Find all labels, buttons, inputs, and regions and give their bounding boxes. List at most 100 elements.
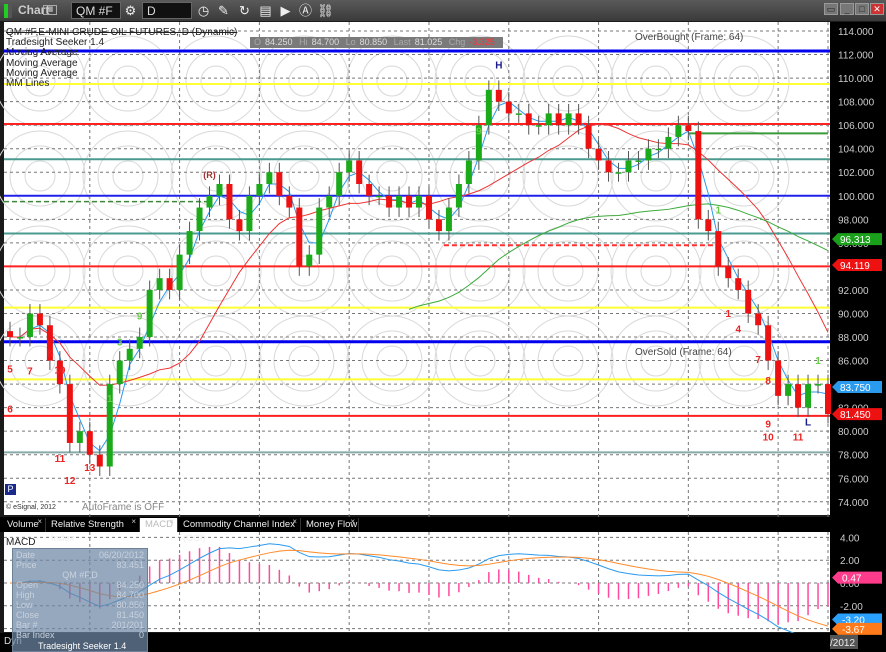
cursor-row: Bar # 201/201	[16, 620, 144, 630]
candle-body	[146, 289, 153, 338]
cursor-row: Price 83.451	[16, 560, 144, 570]
close-tab-icon[interactable]: ×	[37, 515, 42, 529]
candle-body	[705, 219, 712, 232]
low-value: 80.850	[359, 37, 388, 47]
open-label: O	[254, 37, 262, 47]
pencil-icon[interactable]: ✎	[215, 2, 232, 19]
macd-tick-label: 4.00	[840, 533, 860, 544]
symbol-input[interactable]: QM #F	[71, 2, 121, 19]
candle-body	[815, 384, 822, 386]
candle-body	[775, 360, 782, 396]
open-value: 84.250	[265, 37, 293, 47]
tab-rsi[interactable]: Relative Strength Index ×	[46, 515, 140, 544]
sequence-marker: 4	[735, 324, 741, 335]
maximize-icon[interactable]: □	[855, 3, 869, 15]
cursor-row-value: 201/201	[111, 620, 144, 630]
sequence-marker: 8	[765, 376, 771, 387]
candle-body	[406, 195, 413, 208]
tab-cci[interactable]: Commodity Channel Index (CCI) ×	[178, 515, 301, 544]
close-tab-icon[interactable]: ×	[350, 515, 355, 529]
cursor-row-value: 0	[138, 630, 144, 640]
close-tab-icon[interactable]: ×	[131, 515, 136, 529]
study-tabs: Volume × Relative Strength Index × MACD × C…	[0, 515, 830, 544]
minimize-icon[interactable]: _	[840, 3, 854, 15]
sequence-marker: 6	[7, 404, 13, 415]
candle-body	[216, 184, 223, 196]
tab-volume[interactable]: Volume ×	[2, 515, 46, 532]
price-tick-label: 108.000	[838, 98, 875, 109]
last-value: 81.025	[414, 37, 443, 47]
candle-body	[455, 184, 462, 208]
cursor-row: Date 06/20/2012	[16, 550, 144, 560]
tab-macd[interactable]: MACD ×	[140, 515, 178, 532]
price-tick-label: 78.000	[838, 451, 869, 462]
price-badge-label: 96.313	[840, 235, 871, 246]
copyright: © eSignal, 2012	[6, 504, 56, 511]
cursor-row: Close 81.450	[16, 610, 144, 620]
price-tick-label: 100.000	[838, 192, 875, 203]
candle-body	[445, 207, 452, 232]
macd-badge-label: 0.47	[842, 574, 862, 585]
candle-body	[206, 195, 213, 208]
candle-body	[435, 219, 442, 232]
candle-body	[126, 348, 133, 361]
price-badge-label: 94.119	[840, 261, 870, 272]
candle-body	[16, 337, 23, 339]
candle-body	[156, 278, 163, 290]
candle-body	[555, 113, 562, 126]
candle-body	[326, 195, 333, 208]
price-tick-label: 76.000	[838, 474, 869, 485]
candle-body	[695, 131, 702, 220]
play-icon[interactable]: ▶	[277, 2, 294, 19]
candle-body	[356, 160, 363, 185]
p-button[interactable]: P	[5, 484, 16, 495]
candle-body	[246, 195, 253, 232]
cursor-row: Low 80.850	[16, 600, 144, 610]
clock-icon[interactable]: ◷	[195, 2, 212, 19]
legend-study[interactable]: Moving Average	[6, 47, 78, 58]
candle-body	[266, 172, 273, 185]
restore-icon[interactable]: ▭	[824, 3, 838, 15]
high-value: 84.700	[311, 37, 340, 47]
candle-body	[465, 160, 472, 185]
close-icon[interactable]: ✕	[870, 3, 884, 15]
candle-body	[615, 172, 622, 174]
cursor-row-value: 06/20/2012	[98, 550, 144, 560]
candle-body	[825, 384, 831, 415]
price-tick-label: 86.000	[838, 357, 869, 368]
candle-body	[725, 266, 732, 279]
link-chain-icon[interactable]: ⛓	[317, 2, 334, 19]
price-tick-label: 110.000	[838, 74, 874, 85]
candle-body	[535, 125, 542, 127]
symbol-settings-icon[interactable]: ⚙	[122, 2, 139, 19]
candle-body	[655, 148, 662, 151]
link-icon[interactable]: ▦	[43, 5, 57, 15]
price-tick-label: 88.000	[838, 333, 869, 344]
candle-body	[236, 219, 243, 232]
price-tick-label: 102.000	[838, 168, 875, 179]
data-window-icon[interactable]: ▤	[257, 2, 274, 19]
cursor-symbol: QM #F,D	[62, 570, 98, 580]
candle-body	[36, 313, 43, 326]
cursor-row-label: Bar Index	[16, 630, 55, 640]
price-tick-label: 90.000	[838, 309, 869, 320]
interval-select[interactable]: D	[142, 2, 192, 19]
alert-icon[interactable]: Ⓐ	[297, 2, 314, 19]
cursor-row-value: 80.850	[116, 600, 144, 610]
macd-tick-label: 2.00	[840, 556, 860, 567]
cursor-row-label: Bar #	[16, 620, 38, 630]
cursor-row: Open 84.250	[16, 580, 144, 590]
candle-body	[256, 184, 263, 196]
candle-body	[625, 160, 632, 173]
price-tick-label: 98.000	[838, 215, 869, 226]
tab-money-flow[interactable]: Money Flow ×	[301, 515, 359, 532]
sequence-marker: (R)	[203, 170, 216, 180]
candle-body	[226, 184, 233, 220]
legend-study[interactable]: MM Lines	[6, 78, 49, 89]
close-tab-icon[interactable]: ×	[292, 515, 297, 529]
macd-tick-label: -2.00	[840, 602, 863, 613]
close-tab-icon[interactable]: ×	[169, 515, 174, 529]
title-bar: Chart ▦ QM #F ⚙ D ◷ ✎ ↻ ▤ ▶ Ⓐ ⛓ ▭ _ □ ✕	[0, 0, 886, 21]
price-tick-label: 92.000	[838, 286, 869, 297]
study-icon[interactable]: ↻	[236, 2, 253, 19]
